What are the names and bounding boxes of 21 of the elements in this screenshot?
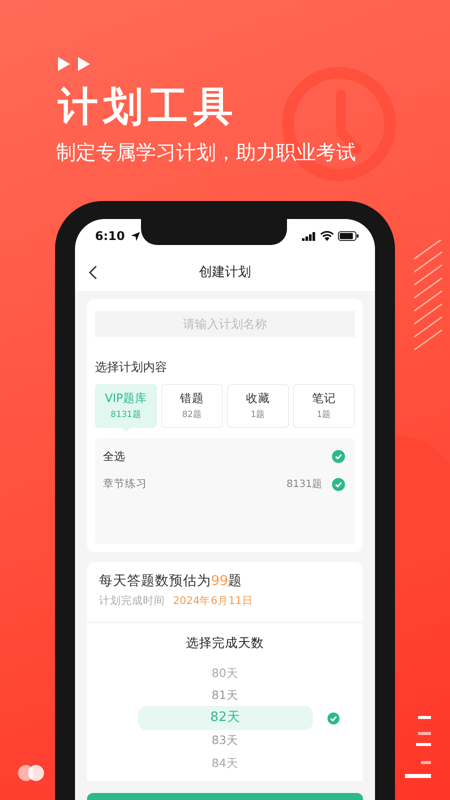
subtitle: 制定专属学习计划，助力职业考试 [56,139,357,165]
day-option[interactable]: 81天 [212,688,238,704]
select-all-label: 全选 [103,448,125,464]
day-option[interactable]: 82天 [138,706,312,730]
plan-name-field[interactable]: 请输入计划名称 [95,311,355,337]
day-option[interactable]: 80天 [212,666,238,681]
content-tab[interactable]: 错题 82题 [161,384,223,428]
section-label: 选择计划内容 [95,359,168,376]
day-option[interactable]: 84天 [212,756,238,771]
picker-title: 选择完成天数 [185,635,265,652]
content-tab[interactable]: 收藏 1题 [227,384,289,428]
content-tab[interactable]: 笔记 1题 [293,384,355,428]
estimate-text: 每天答题数预估为99题 [98,572,244,590]
nav-title: 创建计划 [199,264,251,281]
day-option[interactable]: 83天 [212,733,238,748]
item-label: 章节练习 [103,477,147,491]
page-title: 计划工具 [58,83,239,131]
date-value: 2024年6月11日 [173,594,253,608]
item-count: 8131题 [286,478,322,491]
status-time: 6:10 [95,229,125,243]
date-label: 计划完成时间 [99,594,165,608]
